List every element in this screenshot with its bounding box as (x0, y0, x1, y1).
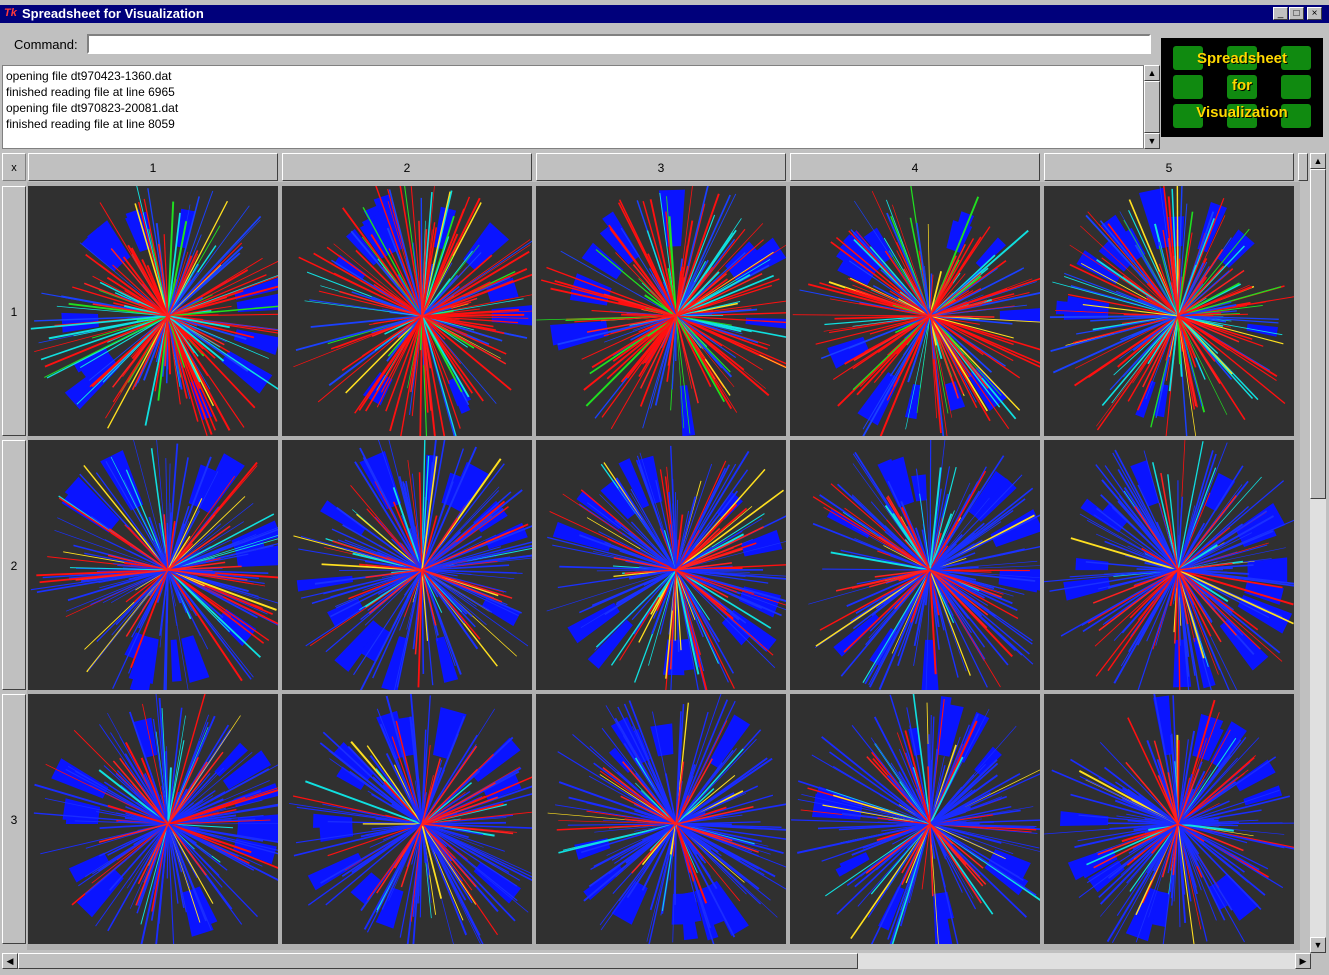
log-scrollbar[interactable]: ▲ ▼ (1144, 65, 1160, 149)
radial-tree-plot (791, 694, 1040, 944)
column-header[interactable]: 1 (28, 153, 278, 181)
column-header[interactable]: 3 (536, 153, 786, 181)
command-input[interactable] (87, 34, 1151, 54)
visualization-grid (27, 182, 1300, 950)
radial-tree-plot (1049, 186, 1294, 436)
scroll-up-icon[interactable]: ▲ (1144, 65, 1160, 81)
radial-tree-plot (547, 694, 786, 944)
visualization-cell[interactable] (282, 440, 532, 690)
scroll-left-icon[interactable]: ◀ (2, 953, 18, 969)
scroll-down-icon[interactable]: ▼ (1144, 133, 1160, 149)
radial-tree-plot (289, 694, 532, 944)
visualization-cell[interactable] (1044, 694, 1294, 944)
log-line: opening file dt970823-20081.dat (6, 101, 179, 115)
title-bar: Tk Spreadsheet for Visualization _ □ × (0, 5, 1329, 23)
visualization-cell[interactable] (1044, 440, 1294, 690)
row-header[interactable]: 2 (2, 440, 26, 690)
radial-tree-plot (33, 694, 278, 944)
row-header[interactable]: 1 (2, 186, 26, 436)
column-header-partial[interactable] (1298, 153, 1308, 181)
visualization-cell[interactable] (28, 440, 278, 690)
visualization-cell[interactable] (790, 694, 1040, 944)
command-label: Command: (14, 37, 78, 52)
tk-app-icon[interactable]: Tk (4, 7, 17, 19)
radial-tree-plot (536, 186, 786, 436)
radial-tree-plot (1044, 694, 1294, 944)
log-line: finished reading file at line 8059 (6, 117, 175, 131)
visualization-cell[interactable] (28, 694, 278, 944)
visualization-cell[interactable] (282, 186, 532, 436)
column-header[interactable]: 5 (1044, 153, 1294, 181)
radial-tree-plot (293, 440, 532, 690)
radial-tree-plot (546, 445, 786, 690)
horizontal-scrollbar[interactable]: ◀ ▶ (2, 953, 1311, 969)
scroll-down-icon[interactable]: ▼ (1310, 937, 1326, 953)
visualization-cell[interactable] (1044, 186, 1294, 436)
app-logo: Spreadsheet for Visualization (1161, 38, 1323, 137)
maximize-button[interactable]: □ (1289, 7, 1304, 20)
log-line: opening file dt970423-1360.dat (6, 69, 172, 83)
minimize-button[interactable]: _ (1273, 7, 1288, 20)
scroll-right-icon[interactable]: ▶ (1295, 953, 1311, 969)
horizontal-scroll-thumb[interactable] (18, 953, 858, 969)
grid-corner[interactable]: x (2, 153, 26, 181)
radial-tree-plot (792, 186, 1040, 436)
scroll-up-icon[interactable]: ▲ (1310, 153, 1326, 169)
visualization-cell[interactable] (536, 694, 786, 944)
log-line: finished reading file at line 6965 (6, 85, 175, 99)
visualization-cell[interactable] (282, 694, 532, 944)
radial-tree-plot (30, 440, 278, 690)
window-title: Spreadsheet for Visualization (22, 6, 204, 21)
log-scroll-thumb[interactable] (1144, 81, 1160, 133)
visualization-cell[interactable] (790, 186, 1040, 436)
radial-tree-plot (293, 186, 532, 436)
visualization-cell[interactable] (790, 440, 1040, 690)
visualization-cell[interactable] (536, 186, 786, 436)
logo-text-line3: Visualization (1196, 104, 1288, 121)
visualization-cell[interactable] (536, 440, 786, 690)
close-button[interactable]: × (1307, 7, 1322, 20)
row-header[interactable]: 3 (2, 694, 26, 944)
logo-text-line1: Spreadsheet (1196, 50, 1288, 67)
column-header[interactable]: 4 (790, 153, 1040, 181)
radial-tree-plot (30, 186, 278, 436)
log-output[interactable]: opening file dt970423-1360.dat finished … (2, 65, 1144, 149)
vertical-scrollbar[interactable]: ▲ ▼ (1310, 153, 1326, 953)
column-header[interactable]: 2 (282, 153, 532, 181)
visualization-cell[interactable] (28, 186, 278, 436)
vertical-scroll-thumb[interactable] (1310, 169, 1326, 499)
radial-tree-plot (1044, 440, 1294, 690)
logo-text-line2: for (1232, 77, 1252, 94)
radial-tree-plot (808, 440, 1040, 690)
